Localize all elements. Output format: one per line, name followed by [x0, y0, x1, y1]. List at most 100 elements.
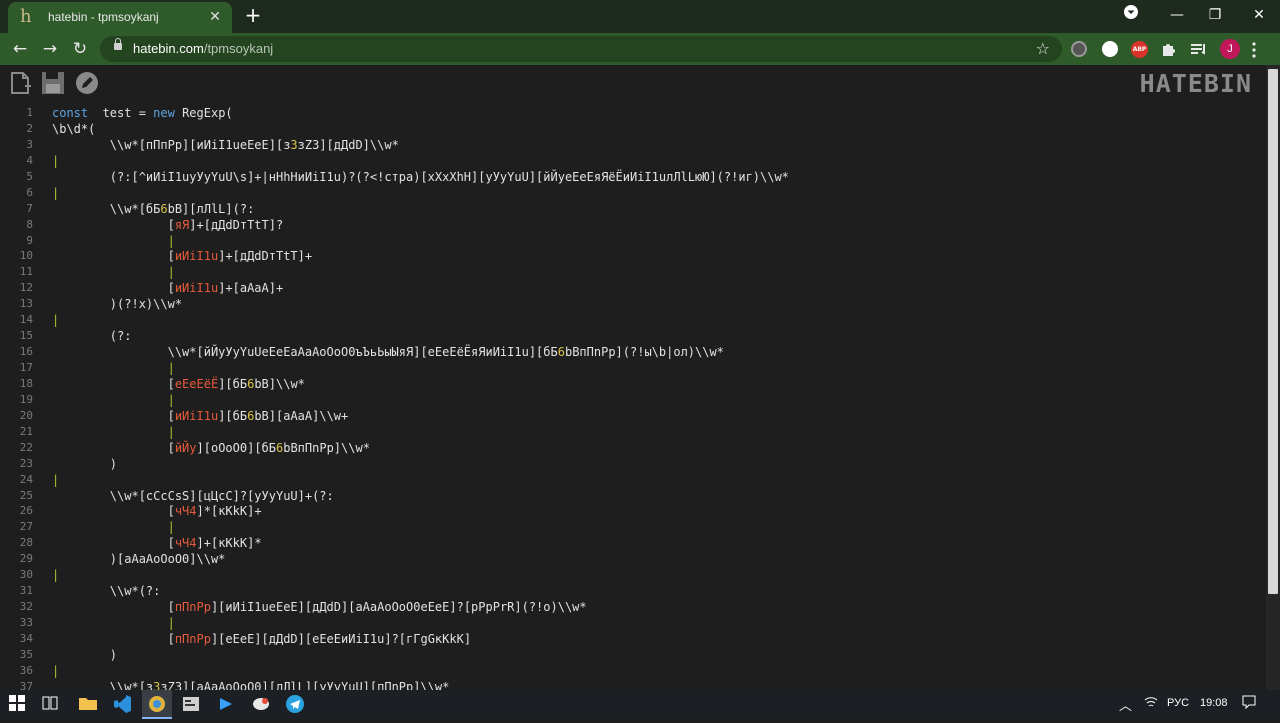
code-text: [чЧ4]+[кКkK]*	[52, 536, 262, 551]
extensions-puzzle-icon[interactable]	[1161, 41, 1177, 57]
code-line: 37 \\w*[з3зZ3][аАaAоОoO0][лЛlL][уУyYuU][…	[0, 679, 1266, 690]
code-text: [еЕeEёЁ][бБ6bB]\\w*	[52, 376, 305, 391]
code-text: [чЧ4]*[кКkK]+	[52, 504, 262, 519]
code-text: [пПnPр][иИiI1uеЕeE][дДdD][аАaAоОoO0еЕeE]…	[52, 600, 587, 615]
new-tab-button[interactable]: +	[243, 5, 263, 26]
bookmark-star-icon[interactable]: ☆	[1036, 39, 1050, 58]
code-text: [яЯ]+[дДdDтТtT]?	[52, 217, 284, 232]
code-text: |	[167, 265, 175, 280]
address-bar[interactable]: hatebin.com/tpmsoykanj ☆	[100, 36, 1062, 62]
line-number: 10	[19, 249, 33, 263]
notifications-icon[interactable]	[1241, 694, 1257, 713]
line-number: 19	[19, 392, 33, 406]
line-number: 16	[19, 345, 33, 359]
code-line: 11 |	[0, 264, 1266, 280]
terminal-icon[interactable]	[181, 694, 203, 716]
line-number: 12	[19, 281, 33, 295]
code-line: 1 const test = new RegExp(	[0, 105, 1266, 121]
avatar[interactable]: J	[1220, 39, 1240, 59]
line-number: 34	[19, 631, 33, 645]
code-line: 23 )	[0, 456, 1266, 472]
code-text: |	[167, 520, 175, 535]
forward-button[interactable]: →	[38, 37, 62, 61]
code-text: [иИiI1u][бБ6bB][аАaA]\\w+	[52, 408, 349, 423]
reading-list-icon[interactable]	[1190, 41, 1208, 57]
reload-button[interactable]: ↻	[68, 37, 92, 61]
code-text: |	[52, 153, 60, 168]
browser-tab[interactable]: h hatebin - tpmsoykanj ✕	[8, 2, 232, 33]
code-text: (?:	[52, 329, 132, 344]
code-line: 33 |	[0, 615, 1266, 631]
line-number: 5	[26, 169, 33, 183]
code-line: 9 |	[0, 233, 1266, 249]
code-text: const test = new RegExp(	[52, 106, 233, 120]
code-line: 17 |	[0, 360, 1266, 376]
line-number: 33	[19, 616, 33, 629]
file-explorer-icon[interactable]	[78, 694, 100, 716]
edit-pencil-icon[interactable]	[75, 71, 99, 95]
chrome-taskbar-icon[interactable]	[142, 690, 172, 719]
back-button[interactable]: ←	[8, 37, 32, 61]
code-text: \\w*[йЙуУyYuUеЕeEаАaAоОoO0ъЪьЬыЫяЯ][еЕeE…	[52, 345, 724, 360]
code-line: 14 |	[0, 312, 1266, 328]
code-text: \\w*[з3зZ3][аАaAоОoO0][лЛlL][уУyYuU][пПn…	[52, 679, 450, 690]
code-text: \\w*[сСcCsS][цЦcC]?[уУyYuU]+(?:	[52, 488, 334, 503]
url-text: hatebin.com/tpmsoykanj	[133, 41, 274, 56]
kebab-menu-icon[interactable]	[1251, 42, 1257, 58]
line-number: 17	[19, 361, 33, 374]
new-document-icon[interactable]	[9, 71, 33, 95]
code-line: 12 [иИiI1u]+[аАaA]+	[0, 280, 1266, 296]
code-text: |	[167, 233, 175, 248]
line-number: 1	[26, 106, 33, 119]
wifi-icon[interactable]	[1144, 695, 1158, 712]
line-number: 24	[19, 472, 33, 486]
code-text: )	[52, 647, 118, 662]
close-tab-icon[interactable]: ✕	[206, 8, 224, 26]
code-line: 5 (?:[^иИiI1uуУyYuU\s]+|нНhHиИiI1u)?(?<!…	[0, 169, 1266, 185]
code-text: |	[52, 663, 60, 678]
save-icon[interactable]	[41, 71, 65, 95]
line-number: 7	[26, 201, 33, 215]
code-line: 19 |	[0, 392, 1266, 408]
chat-app-icon[interactable]	[251, 694, 273, 716]
code-line: 22 [йЙу][оОoO0][бБ6bBпПnPр]\\w*	[0, 440, 1266, 456]
code-line: 16 \\w*[йЙуУyYuUеЕeEаАaAоОoO0ъЪьЬыЫяЯ][е…	[0, 344, 1266, 360]
app-icon[interactable]	[216, 694, 238, 716]
code-viewer: 1 const test = new RegExp(2 \b\d*(3 \\w*[п…	[0, 105, 1266, 690]
code-text: |	[52, 472, 60, 487]
windows-taskbar: ︿ РУС 19:08	[0, 690, 1280, 719]
code-line: 15 (?:	[0, 328, 1266, 344]
adblock-icon[interactable]: ABP	[1131, 41, 1148, 58]
windows-start-icon[interactable]	[8, 694, 30, 716]
line-number: 37	[19, 679, 33, 690]
line-number: 4	[26, 153, 33, 167]
code-text: |	[167, 616, 175, 630]
code-line: 31 \\w*(?:	[0, 583, 1266, 599]
vscode-icon[interactable]	[112, 694, 134, 716]
line-number: 21	[19, 424, 33, 438]
code-text: )[аАaAоОoO0]\\w*	[52, 552, 226, 567]
close-window-button[interactable]: ✕	[1245, 4, 1273, 28]
browser-toolbar: ← → ↻ hatebin.com/tpmsoykanj ☆	[0, 33, 1280, 65]
line-number: 2	[26, 121, 33, 135]
code-line: 28 [чЧ4]+[кКkK]*	[0, 535, 1266, 551]
minimize-button[interactable]: —	[1163, 4, 1191, 28]
extension-globe-icon[interactable]	[1102, 41, 1118, 57]
restore-button[interactable]: ❐	[1201, 4, 1229, 28]
clock[interactable]: 19:08	[1200, 697, 1228, 709]
hatebin-logo: HATEBIN	[1139, 69, 1252, 98]
profile-menu-icon[interactable]	[1117, 4, 1145, 28]
line-number: 36	[19, 663, 33, 677]
line-number: 8	[26, 217, 33, 231]
code-line: 26 [чЧ4]*[кКkK]+	[0, 503, 1266, 519]
code-text: \b\d*(	[52, 121, 96, 136]
telegram-icon[interactable]	[285, 694, 307, 716]
tray-chevron-icon[interactable]: ︿	[1119, 695, 1132, 714]
code-line: 6 |	[0, 185, 1266, 201]
line-number: 30	[19, 568, 33, 582]
code-text: [пПnPр][еЕeE][дДdD][еЕeEиИiI1u]?[гГgGкКk…	[52, 631, 472, 646]
language-indicator[interactable]: РУС	[1167, 697, 1189, 709]
scrollbar-thumb[interactable]	[1268, 69, 1278, 594]
task-view-icon[interactable]	[41, 694, 63, 716]
extension-circle-icon[interactable]	[1071, 41, 1087, 57]
